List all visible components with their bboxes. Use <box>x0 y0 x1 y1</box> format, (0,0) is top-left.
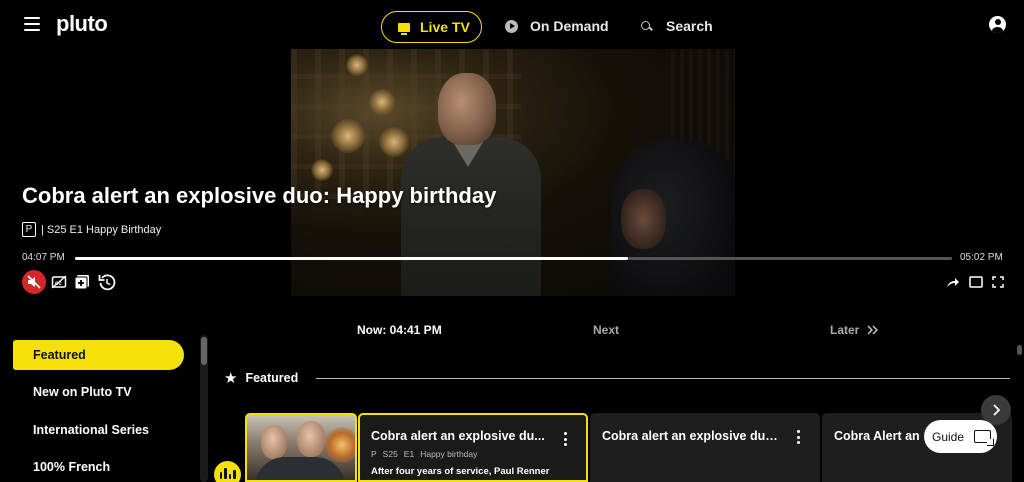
program-card-next[interactable]: Cobra alert an explosive duo... <box>590 413 820 482</box>
unmute-button[interactable] <box>22 270 46 294</box>
pluto-logo[interactable]: pluto <box>56 11 108 37</box>
progress-bar <box>75 257 952 260</box>
category-100-french[interactable]: 100% French <box>13 452 184 482</box>
fullscreen-icon[interactable] <box>992 276 1004 288</box>
video-scene-actor <box>401 59 541 296</box>
tv-icon <box>398 22 410 35</box>
program-description: After four years of service, Paul Renner <box>371 466 550 477</box>
more-options-icon[interactable] <box>797 430 801 444</box>
now-playing-indicator-icon <box>214 461 241 482</box>
schedule-now: Now: 04:41 PM <box>357 323 442 337</box>
user-profile-icon[interactable] <box>989 16 1006 33</box>
video-scene-lamp <box>331 119 365 153</box>
program-season: S25 <box>382 449 398 459</box>
add-icon <box>74 275 89 290</box>
muted-speaker-icon <box>27 275 41 289</box>
share-icon[interactable] <box>946 276 960 288</box>
featured-divider <box>316 378 1010 379</box>
episode-meta: P | S25 E1 Happy Birthday <box>22 222 161 237</box>
top-navigation: pluto Live TV On Demand Search <box>0 0 1024 52</box>
video-scene-lamp <box>346 54 368 76</box>
end-time: 05:02 PM <box>960 252 1003 263</box>
schedule-later[interactable]: Later <box>830 323 879 337</box>
double-chevron-right-icon <box>867 325 879 335</box>
video-scene-lamp <box>311 159 333 181</box>
video-scene-lamp <box>369 89 395 115</box>
restart-icon <box>98 274 116 291</box>
program-episode-title: Happy birthday <box>420 449 478 459</box>
category-sidebar: Featured New on Pluto TV International S… <box>0 336 200 482</box>
episode-info: | S25 E1 Happy Birthday <box>41 223 162 236</box>
featured-label: Featured <box>245 371 299 385</box>
guide-icon <box>974 430 995 446</box>
program-card-current[interactable]: Cobra alert an explosive du... P S25 E1 … <box>358 413 588 482</box>
category-featured[interactable]: Featured <box>13 340 184 370</box>
restart-button[interactable] <box>97 272 117 292</box>
star-icon: ★ <box>224 370 238 387</box>
program-card-title: Cobra Alert an <box>834 429 920 443</box>
captions-off-icon: cc <box>51 275 67 289</box>
on-demand-label: On Demand <box>530 18 609 34</box>
live-tv-tab[interactable]: Live TV <box>381 11 482 43</box>
guide-button[interactable]: Guide <box>924 420 997 453</box>
category-international-series[interactable]: International Series <box>13 415 184 445</box>
search-tab[interactable]: Search <box>641 18 713 34</box>
program-card-title: Cobra alert an explosive duo... <box>602 429 782 443</box>
picture-in-picture-icon[interactable] <box>969 276 983 288</box>
sidebar-scrollbar[interactable] <box>200 335 208 482</box>
featured-header: ★ Featured <box>224 369 298 387</box>
add-to-watchlist-button[interactable] <box>73 272 91 292</box>
live-tv-label: Live TV <box>420 19 470 35</box>
program-card-meta: P S25 E1 Happy birthday <box>371 449 576 459</box>
program-episode: E1 <box>403 449 415 459</box>
page-scrollbar[interactable] <box>1017 345 1022 355</box>
start-time: 04:07 PM <box>22 252 65 263</box>
search-label: Search <box>666 18 713 34</box>
captions-off-button[interactable]: cc <box>50 272 68 292</box>
schedule-next: Next <box>593 323 620 337</box>
program-rating: P <box>371 449 377 459</box>
program-card-title: Cobra alert an explosive du... <box>371 429 545 443</box>
player-right-controls <box>946 276 1004 288</box>
menu-icon[interactable] <box>24 17 40 31</box>
play-circle-icon <box>505 19 518 33</box>
chevron-right-icon <box>993 404 1001 416</box>
video-scene-face <box>621 189 666 249</box>
on-demand-tab[interactable]: On Demand <box>505 18 609 34</box>
more-options-icon[interactable] <box>564 432 568 446</box>
schedule-later-label: Later <box>830 323 860 337</box>
sidebar-scroll-thumb[interactable] <box>201 337 207 365</box>
search-icon <box>641 20 652 32</box>
show-title: Cobra alert an explosive duo: Happy birt… <box>22 183 497 208</box>
guide-label: Guide <box>932 429 965 444</box>
category-new-on-pluto[interactable]: New on Pluto TV <box>13 377 184 407</box>
progress-fill <box>75 257 628 260</box>
channel-poster[interactable] <box>245 413 357 482</box>
rating-badge: P <box>22 222 36 237</box>
